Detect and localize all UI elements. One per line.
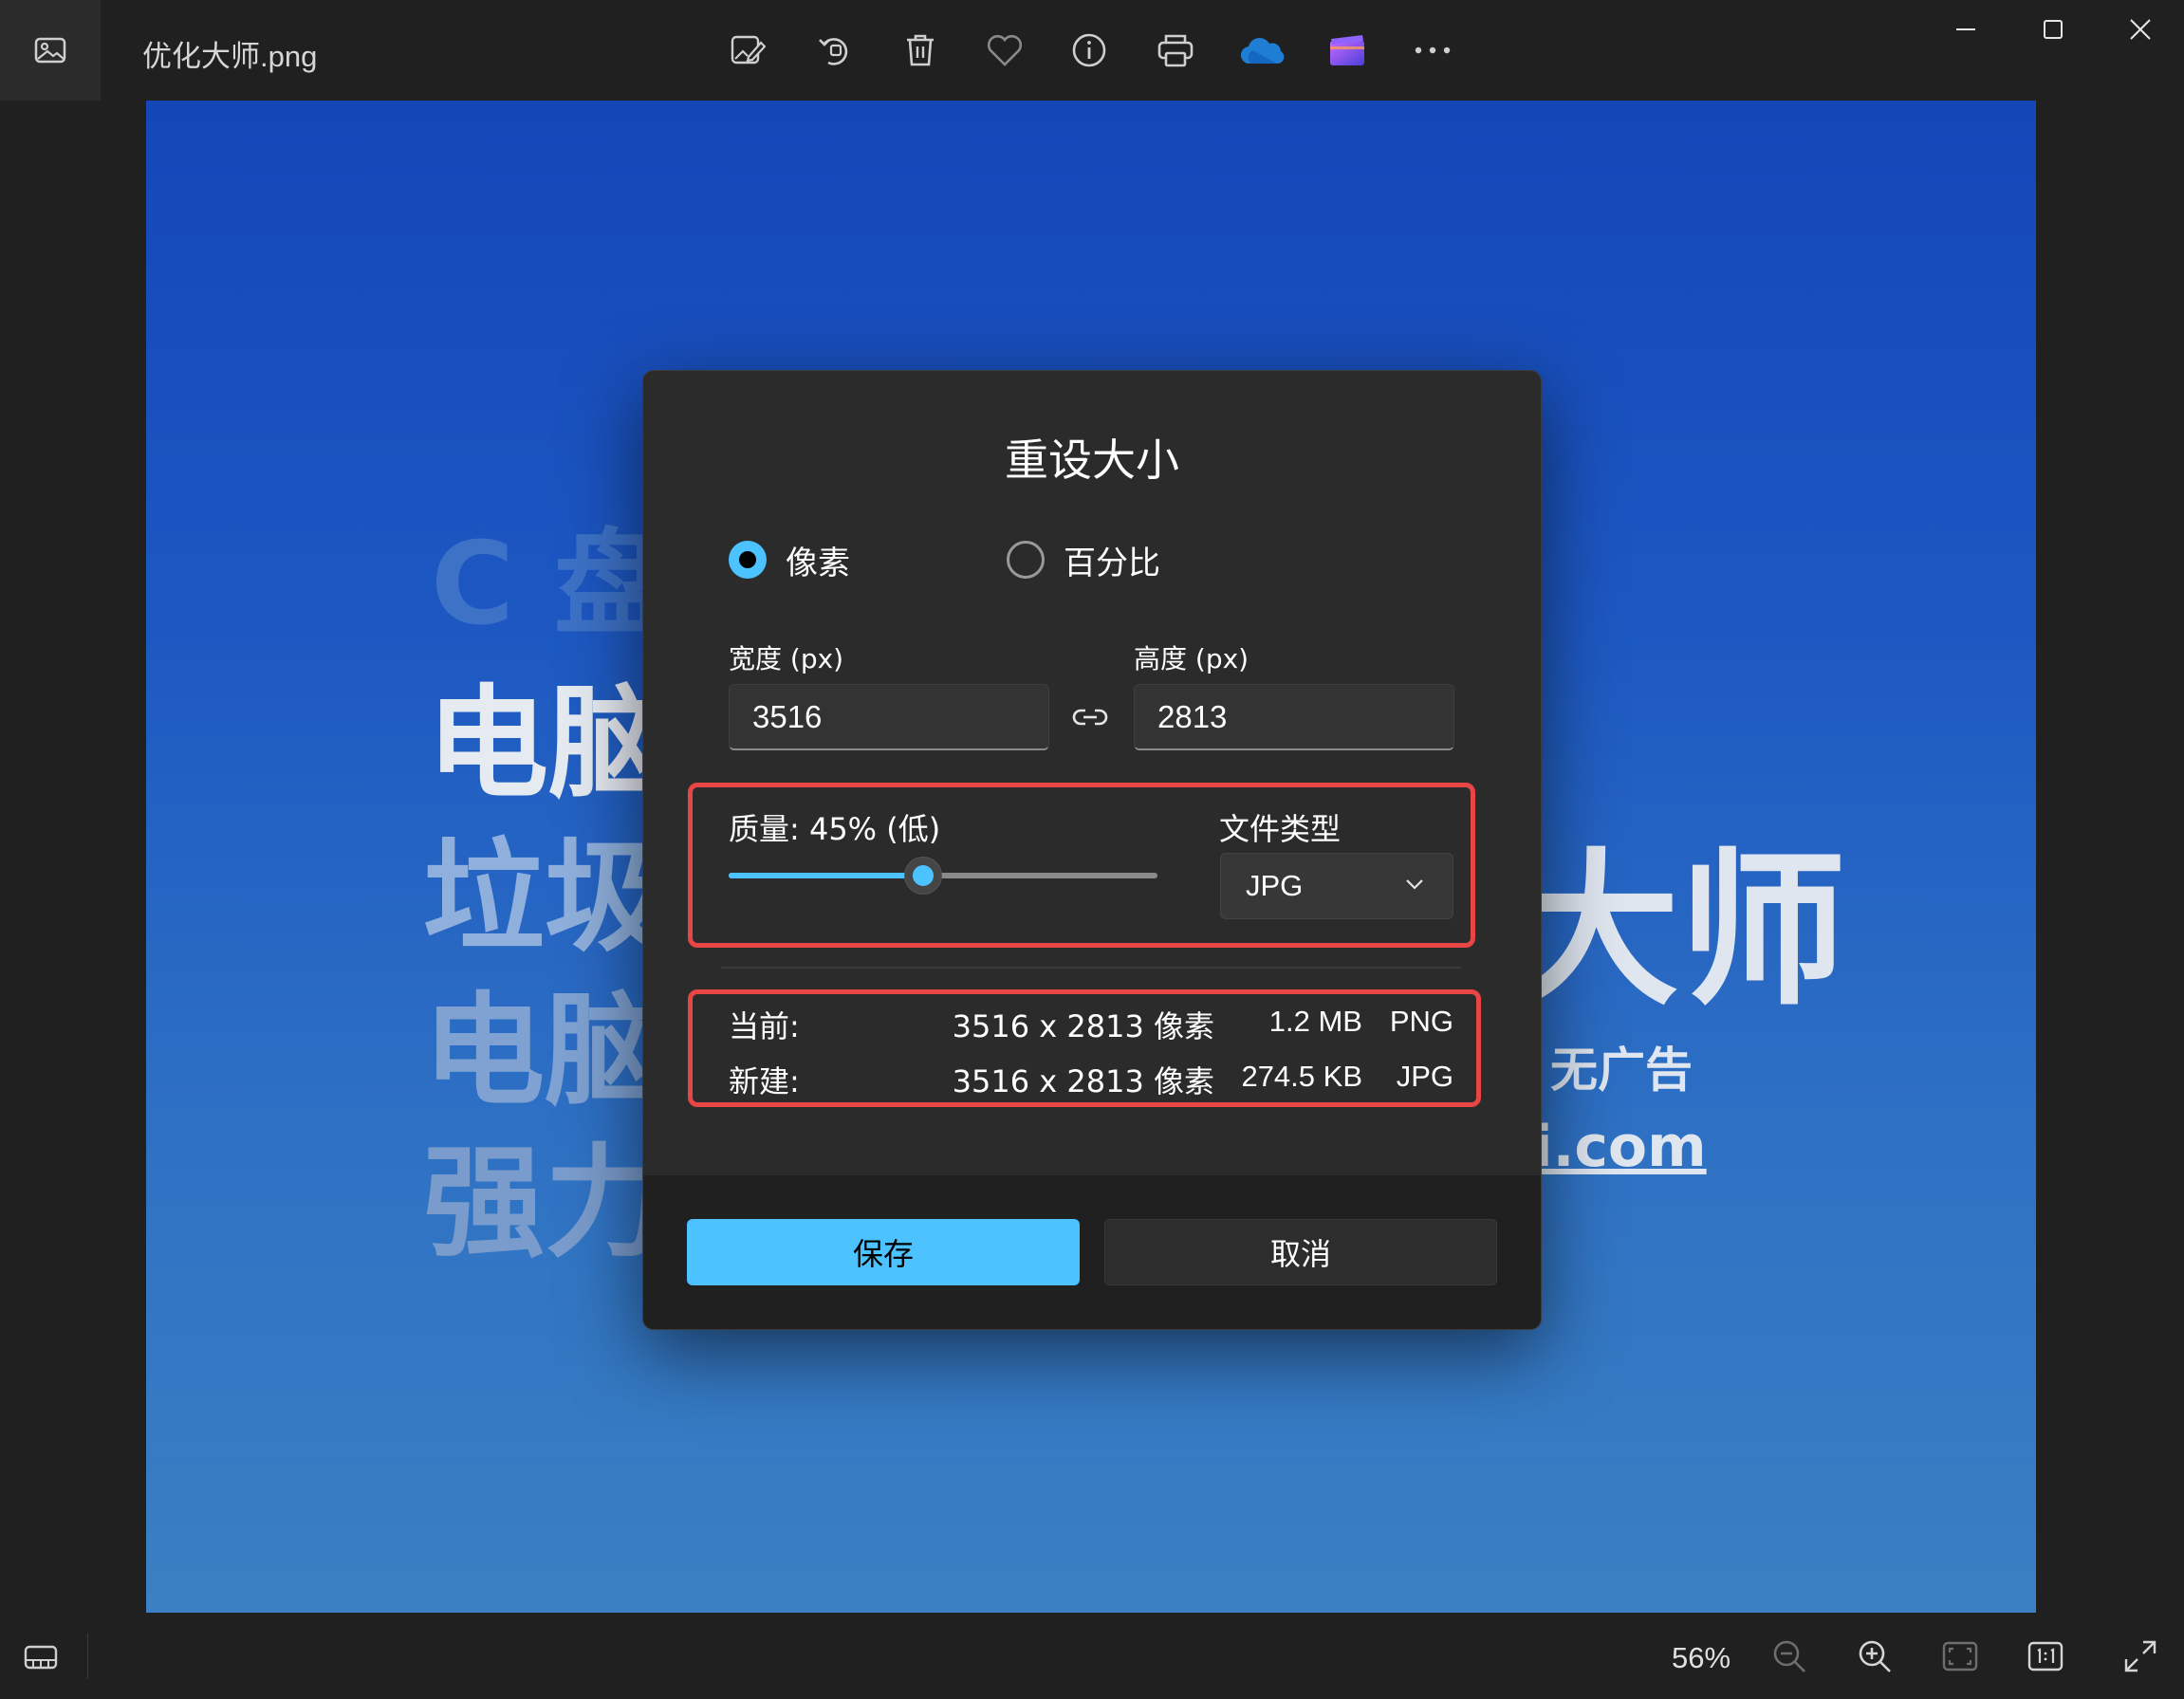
link-icon <box>1072 709 1108 726</box>
edit-image-icon <box>731 35 766 65</box>
fit-to-window-icon <box>1942 1641 1978 1671</box>
edit-image-button[interactable] <box>721 24 774 77</box>
new-file-size: 274.5 KB <box>1241 1060 1362 1093</box>
zoom-in-button[interactable] <box>1850 1632 1899 1681</box>
video-editor-icon <box>1330 35 1364 65</box>
zoom-out-icon <box>1773 1640 1805 1672</box>
full-screen-button[interactable] <box>2116 1632 2165 1681</box>
rotate-button[interactable] <box>808 24 861 77</box>
actual-size-icon <box>2027 1641 2064 1671</box>
filmstrip-button[interactable] <box>17 1634 65 1681</box>
more-icon <box>1415 46 1451 54</box>
close-icon <box>2130 19 2151 40</box>
window-title: 优化大师.png <box>142 40 318 73</box>
slider-fill <box>729 873 923 878</box>
onedrive-button[interactable] <box>1235 24 1288 77</box>
bg-text-line5: 强力 <box>423 1133 667 1274</box>
title-bar: 优化大师.png <box>0 0 2184 101</box>
save-button[interactable]: 保存 <box>687 1219 1080 1285</box>
radio-percent-label: 百分比 <box>1064 544 1160 582</box>
favorite-icon <box>987 34 1023 66</box>
filetype-label: 文件类型 <box>1219 811 1342 847</box>
maximize-button[interactable] <box>2009 0 2097 59</box>
current-file-size: 1.2 MB <box>1268 1005 1362 1038</box>
quality-label: 质量: 45% (低) <box>729 811 941 847</box>
bg-text-right-link: i.com <box>1533 1114 1707 1180</box>
radio-pixels-label: 像素 <box>786 544 850 582</box>
cancel-button[interactable]: 取消 <box>1104 1219 1497 1285</box>
bg-text-line3: 垃圾 <box>423 827 667 969</box>
maximize-icon <box>2044 20 2063 39</box>
radio-pixels[interactable]: 像素 <box>729 536 850 583</box>
new-dimensions: 3516 x 2813 像素 <box>952 1063 1214 1099</box>
fit-to-window-button[interactable] <box>1935 1632 1985 1681</box>
quality-slider[interactable] <box>729 857 1157 895</box>
app-icon[interactable] <box>0 0 101 101</box>
new-label: 新建: <box>729 1063 800 1099</box>
bottom-divider <box>87 1634 88 1679</box>
height-value: 2813 <box>1157 698 1228 734</box>
dialog-title: 重设大小 <box>1005 434 1179 486</box>
minimize-icon <box>1956 28 1975 30</box>
filmstrip-icon <box>24 1645 58 1670</box>
rotate-icon <box>819 38 848 65</box>
delete-button[interactable] <box>894 24 947 77</box>
bg-text-line1: C 盘 <box>431 519 668 651</box>
more-button[interactable] <box>1406 24 1459 77</box>
new-file-type: JPG <box>1396 1060 1453 1093</box>
divider <box>721 967 1461 969</box>
favorite-button[interactable] <box>978 24 1031 77</box>
print-button[interactable] <box>1149 24 1202 77</box>
chevron-down-icon <box>1406 879 1423 890</box>
bg-text-right-big: 大师 <box>1512 834 1847 1028</box>
onedrive-icon <box>1240 38 1285 65</box>
height-input[interactable]: 2813 <box>1134 684 1454 750</box>
zoom-level[interactable]: 56% <box>1672 1641 1731 1675</box>
filetype-value: JPG <box>1246 869 1304 902</box>
bg-text-line2: 电脑 <box>427 674 671 815</box>
radio-pixels-selected-icon <box>729 541 767 579</box>
resize-dialog: 重设大小 像素 百分比 宽度 (px) 3516 高度 (px) 2813 质量… <box>642 370 1542 1330</box>
current-label: 当前: <box>729 1008 800 1044</box>
info-icon <box>1072 33 1106 67</box>
bottom-bar: 56% <box>0 1613 2184 1699</box>
zoom-in-icon <box>1859 1640 1891 1672</box>
video-editor-button[interactable] <box>1321 24 1374 77</box>
radio-percent[interactable]: 百分比 <box>1007 536 1160 583</box>
print-icon <box>1157 34 1194 67</box>
bg-text-line4: 电脑 <box>423 981 667 1122</box>
width-value: 3516 <box>752 698 823 734</box>
radio-percent-unselected-icon <box>1007 541 1045 579</box>
current-dimensions: 3516 x 2813 像素 <box>952 1008 1214 1044</box>
close-button[interactable] <box>2097 0 2184 59</box>
info-button[interactable] <box>1063 24 1116 77</box>
delete-icon <box>907 34 934 66</box>
width-input[interactable]: 3516 <box>729 684 1049 750</box>
current-file-type: PNG <box>1389 1005 1453 1038</box>
full-screen-icon <box>2124 1640 2156 1672</box>
zoom-out-button[interactable] <box>1765 1632 1814 1681</box>
minimize-button[interactable] <box>1922 0 2009 59</box>
photos-app-icon <box>34 37 66 64</box>
slider-thumb[interactable] <box>904 857 942 895</box>
filetype-dropdown[interactable]: JPG <box>1220 853 1453 919</box>
height-label: 高度 (px) <box>1134 643 1249 674</box>
actual-size-button[interactable] <box>2021 1632 2070 1681</box>
dialog-footer: 保存 取消 <box>643 1175 1541 1329</box>
width-label: 宽度 (px) <box>729 643 844 674</box>
bg-text-right-small: 无广告 <box>1550 1043 1693 1098</box>
aspect-lock-button[interactable] <box>1071 698 1109 736</box>
